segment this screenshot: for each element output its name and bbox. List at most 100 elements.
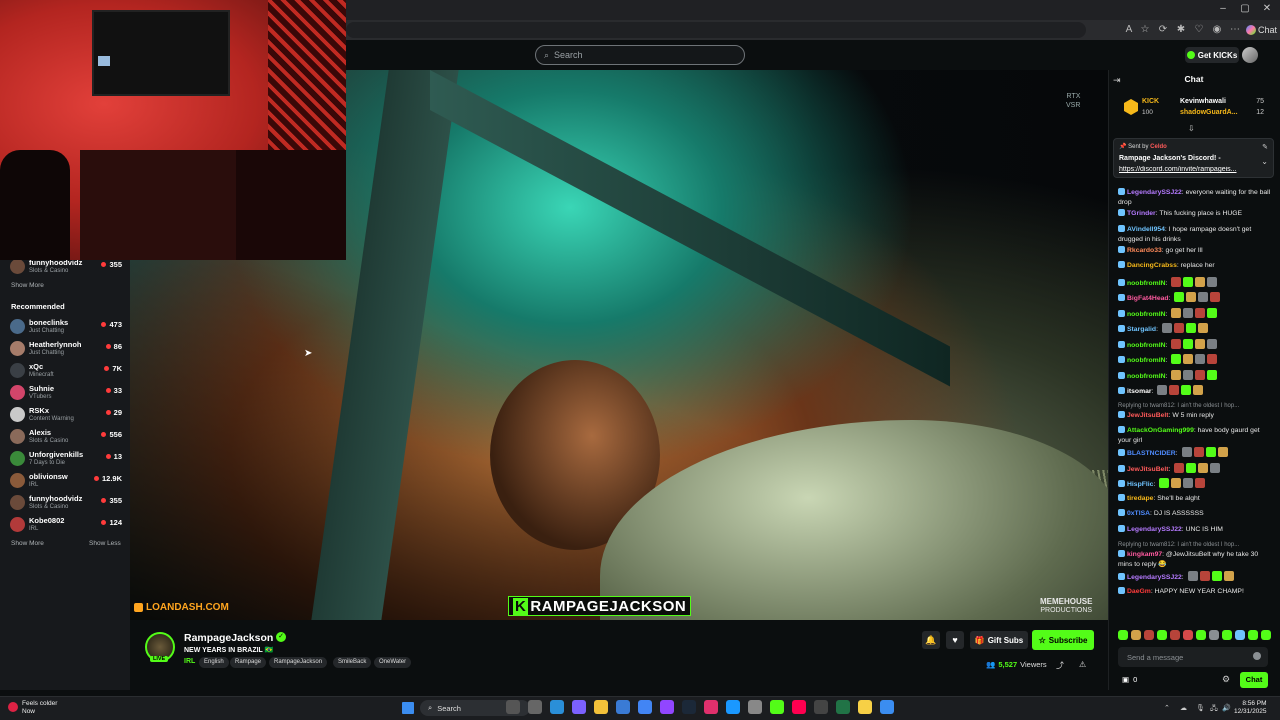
quick-emote-icon[interactable] <box>1183 630 1193 640</box>
chat-username[interactable]: kingkam97 <box>1127 551 1162 558</box>
task-view-icon[interactable] <box>528 700 542 714</box>
read-aloud-icon[interactable]: A <box>1122 24 1136 35</box>
show-less-button[interactable]: Show Less <box>89 540 121 547</box>
address-bar[interactable] <box>346 22 1086 38</box>
chat-username[interactable]: Stargalid <box>1127 326 1156 333</box>
tray-mic-icon[interactable]: 🎙 <box>1196 704 1205 712</box>
app-icon[interactable] <box>880 700 894 714</box>
chat-username[interactable]: tiredape <box>1127 495 1153 502</box>
tag-english[interactable]: English <box>199 657 229 668</box>
prime-video-icon[interactable] <box>726 700 740 714</box>
quick-emote-icon[interactable] <box>1170 630 1180 640</box>
sidebar-channel-suhnie[interactable]: Suhnie VTubers 33 <box>10 382 126 404</box>
refresh-icon[interactable]: ⟳ <box>1156 24 1170 35</box>
twitch-icon[interactable] <box>660 700 674 714</box>
quick-emote-icon[interactable] <box>1235 630 1245 640</box>
chevron-down-icon[interactable]: ⌄ <box>1261 157 1268 166</box>
chat-username[interactable]: noobfromIN <box>1127 342 1166 349</box>
copilot-chat-button[interactable]: Chat <box>1246 22 1278 38</box>
store-icon[interactable] <box>616 700 630 714</box>
excel-icon[interactable] <box>836 700 850 714</box>
chat-username[interactable]: LegendarySSJ22 <box>1127 189 1182 196</box>
category-link[interactable]: IRL <box>184 658 195 665</box>
pinned-message-link[interactable]: https://discord.com/invite/rampageis... <box>1119 166 1249 173</box>
sidebar-channel-kobe0802[interactable]: Kobe0802 IRL 124 <box>10 514 126 536</box>
obs-icon[interactable] <box>814 700 828 714</box>
tiktok-icon[interactable] <box>792 700 806 714</box>
quick-emote-icon[interactable] <box>1131 630 1141 640</box>
chat-username[interactable]: JewJitsuBelt <box>1127 412 1169 419</box>
taskbar-clock[interactable]: 8:56 PM 12/31/2025 <box>1234 700 1267 716</box>
share-icon[interactable]: ⤴ <box>1056 660 1064 671</box>
copilot-icon[interactable] <box>572 700 586 714</box>
user-avatar[interactable] <box>1242 47 1258 63</box>
gift-leaderboard[interactable]: KICK 100 Kevinwhawali 75 shadowGuardA...… <box>1118 96 1268 122</box>
sidebar-channel-xqc[interactable]: xQc Minecraft 7K <box>10 360 126 382</box>
sidebar-channel-heatherlynnoh[interactable]: Heatherlynnoh Just Chatting 86 <box>10 338 126 360</box>
settings-icon[interactable] <box>748 700 762 714</box>
sidebar-channel-funnyhoodvidz[interactable]: funnyhoodvidz Slots & Casino 355 <box>10 492 126 514</box>
gift-subs-button[interactable]: 🎁 Gift Subs <box>970 631 1028 649</box>
tray-volume-icon[interactable]: 🔊 <box>1222 704 1231 712</box>
show-more-button[interactable]: Show More <box>11 282 44 289</box>
show-more-button[interactable]: Show More <box>11 540 44 547</box>
chat-username[interactable]: DaeGm <box>1127 588 1151 595</box>
quick-emote-icon[interactable] <box>1144 630 1154 640</box>
chat-settings-icon[interactable]: ⚙ <box>1222 674 1230 685</box>
chat-username[interactable]: Rkcardo33 <box>1127 247 1162 254</box>
tray-chevron-icon[interactable]: ⌃ <box>1164 704 1170 712</box>
close-icon[interactable]: ✕ <box>1260 3 1274 14</box>
steam-icon[interactable] <box>682 700 696 714</box>
emoji-picker-icon[interactable] <box>1253 652 1261 660</box>
tag-rampagejackson[interactable]: RampageJackson <box>269 657 328 668</box>
more-menu-icon[interactable]: ⋯ <box>1228 24 1242 35</box>
chat-username[interactable]: noobfromIN <box>1127 373 1166 380</box>
quick-emote-icon[interactable] <box>1118 630 1128 640</box>
quick-emote-icon[interactable] <box>1209 630 1219 640</box>
maximize-icon[interactable]: ▢ <box>1238 3 1252 14</box>
sidebar-channel-oblivionsw[interactable]: oblivionsw IRL 12.9K <box>10 470 126 492</box>
profile-icon[interactable]: ◉ <box>1210 24 1224 35</box>
tray-network-icon[interactable]: 🖧 <box>1210 704 1218 715</box>
instagram-icon[interactable] <box>704 700 718 714</box>
channel-points[interactable]: ▣ 0 <box>1122 675 1137 684</box>
quick-emote-icon[interactable] <box>1261 630 1271 640</box>
chat-username[interactable]: TGrinder <box>1127 210 1156 217</box>
unpin-icon[interactable]: ✎ <box>1262 143 1268 151</box>
favorite-icon[interactable]: ☆ <box>1138 24 1152 35</box>
chat-username[interactable]: noobfromIN <box>1127 357 1166 364</box>
notes-icon[interactable] <box>858 700 872 714</box>
chat-send-button[interactable]: Chat <box>1240 672 1268 688</box>
get-kicks-button[interactable]: Get KICKs <box>1185 47 1239 63</box>
favorites-bar-icon[interactable]: ♡ <box>1192 24 1206 35</box>
tray-cloud-icon[interactable]: ☁ <box>1180 704 1187 712</box>
search-input[interactable]: ⌕ Search <box>535 45 745 65</box>
kick-icon[interactable] <box>770 700 784 714</box>
chat-username[interactable]: 0xTISA <box>1127 510 1150 517</box>
quick-emote-icon[interactable] <box>1222 630 1232 640</box>
sidebar-channel-boneclinks[interactable]: boneclinks Just Chatting 473 <box>10 316 126 338</box>
tag-smileback[interactable]: SmileBack <box>333 657 372 668</box>
chat-username[interactable]: itsomar <box>1127 388 1152 395</box>
edge-icon[interactable] <box>550 700 564 714</box>
chrome-icon[interactable] <box>638 700 652 714</box>
quick-emote-icon[interactable] <box>1157 630 1167 640</box>
chat-message-input[interactable]: Send a message <box>1118 647 1268 667</box>
chat-username[interactable]: DancingCrabss <box>1127 262 1177 269</box>
tag-rampage[interactable]: Rampage <box>230 657 267 668</box>
minimize-icon[interactable]: – <box>1216 3 1230 14</box>
chat-username[interactable]: AVindell954 <box>1127 226 1165 233</box>
subscribe-button[interactable]: ☆ Subscribe <box>1032 630 1094 650</box>
streamer-name[interactable]: RampageJackson <box>184 632 273 644</box>
chat-username[interactable]: noobfromIN <box>1127 280 1166 287</box>
quick-emote-icon[interactable] <box>1196 630 1206 640</box>
tag-onewater[interactable]: OneWater <box>374 657 412 668</box>
follow-heart-icon[interactable]: ♥ <box>946 631 964 649</box>
chat-username[interactable]: BigFat4Head <box>1127 295 1169 302</box>
quick-emote-icon[interactable] <box>1248 630 1258 640</box>
chat-username[interactable]: LegendarySSJ22 <box>1127 574 1182 581</box>
scroll-to-bottom-icon[interactable]: ⇩ <box>1188 124 1195 133</box>
report-icon[interactable]: ⚠ <box>1079 660 1086 669</box>
chat-username[interactable]: HispFlic <box>1127 481 1153 488</box>
windows-start-icon[interactable] <box>402 702 414 714</box>
